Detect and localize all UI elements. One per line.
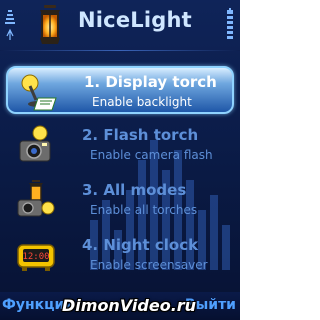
menu-item-display-torch[interactable]: 1. Display torch Enable backlight [6,66,234,114]
watermark: DimonVideo.ru [60,296,232,318]
desk-lamp-icon [21,74,57,111]
app-screen: NiceLight 1. Display torch Enable backli… [0,0,240,320]
title-bar: NiceLight [0,0,240,52]
camera-flash-icon [19,125,51,162]
header-divider [0,50,240,51]
menu-item-subtitle: Enable backlight [92,95,192,109]
menu-item-all-modes[interactable]: 3. All modes Enable all torches [6,176,234,224]
menu-item-flash-torch[interactable]: 2. Flash torch Enable camera flash [6,121,234,169]
menu-item-subtitle: Enable camera flash [90,148,213,162]
alarm-clock-icon: 12:00 [17,244,55,271]
menu-item-title: 4. Night clock [82,236,199,254]
battery-icon [227,8,233,39]
menu-item-night-clock[interactable]: 12:00 4. Night clock Enable screensaver [6,231,234,279]
app-title: NiceLight [78,8,192,32]
menu-item-subtitle: Enable screensaver [90,258,208,272]
menu-item-title: 3. All modes [82,181,187,199]
watermark-text: DimonVideo.ru [62,296,197,315]
svg-text:12:00: 12:00 [22,252,49,262]
all-modes-icon [17,180,55,217]
menu-item-title: 1. Display torch [84,73,217,91]
signal-strength-icon [5,10,15,40]
lantern-icon [40,5,60,44]
menu-item-title: 2. Flash torch [82,126,199,144]
menu-item-subtitle: Enable all torches [90,203,198,217]
